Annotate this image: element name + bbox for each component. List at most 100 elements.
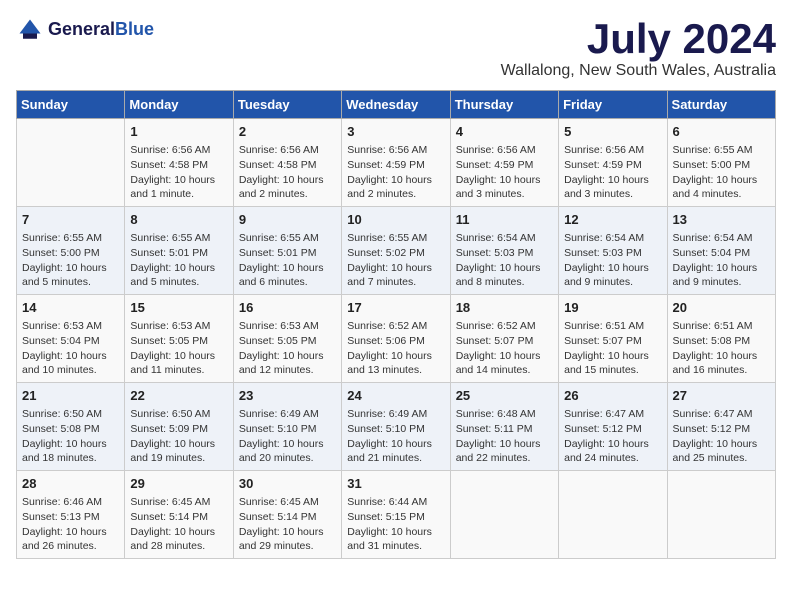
day-info: Sunset: 5:04 PM (22, 334, 119, 349)
day-number: 20 (673, 299, 770, 317)
calendar-cell: 28Sunrise: 6:46 AMSunset: 5:13 PMDayligh… (17, 470, 125, 558)
day-number: 13 (673, 211, 770, 229)
day-info: Sunset: 5:03 PM (456, 246, 553, 261)
day-info: Sunrise: 6:55 AM (347, 231, 444, 246)
day-info: Daylight: 10 hours (239, 261, 336, 276)
day-number: 26 (564, 387, 661, 405)
day-info: Daylight: 10 hours (564, 261, 661, 276)
day-info: and 5 minutes. (22, 275, 119, 290)
day-info: and 4 minutes. (673, 187, 770, 202)
day-info: Sunset: 5:00 PM (22, 246, 119, 261)
day-info: Sunrise: 6:55 AM (22, 231, 119, 246)
header-day-monday: Monday (125, 91, 233, 119)
day-info: Sunset: 5:05 PM (239, 334, 336, 349)
day-number: 22 (130, 387, 227, 405)
day-info: Sunset: 5:14 PM (130, 510, 227, 525)
day-info: Sunset: 5:02 PM (347, 246, 444, 261)
day-info: Sunrise: 6:53 AM (22, 319, 119, 334)
day-info: and 16 minutes. (673, 363, 770, 378)
calendar-cell: 20Sunrise: 6:51 AMSunset: 5:08 PMDayligh… (667, 295, 775, 383)
day-info: and 29 minutes. (239, 539, 336, 554)
day-number: 16 (239, 299, 336, 317)
calendar-cell: 9Sunrise: 6:55 AMSunset: 5:01 PMDaylight… (233, 207, 341, 295)
day-info: Daylight: 10 hours (130, 261, 227, 276)
calendar-cell: 18Sunrise: 6:52 AMSunset: 5:07 PMDayligh… (450, 295, 558, 383)
day-info: Sunset: 5:07 PM (564, 334, 661, 349)
day-info: Daylight: 10 hours (22, 349, 119, 364)
day-info: Sunrise: 6:56 AM (239, 143, 336, 158)
calendar-cell: 29Sunrise: 6:45 AMSunset: 5:14 PMDayligh… (125, 470, 233, 558)
day-info: and 8 minutes. (456, 275, 553, 290)
day-info: Daylight: 10 hours (22, 437, 119, 452)
day-info: Sunset: 5:11 PM (456, 422, 553, 437)
day-info: Daylight: 10 hours (564, 437, 661, 452)
calendar-cell (450, 470, 558, 558)
calendar-cell: 24Sunrise: 6:49 AMSunset: 5:10 PMDayligh… (342, 383, 450, 471)
day-info: and 25 minutes. (673, 451, 770, 466)
calendar-cell: 30Sunrise: 6:45 AMSunset: 5:14 PMDayligh… (233, 470, 341, 558)
day-info: and 10 minutes. (22, 363, 119, 378)
calendar-cell: 22Sunrise: 6:50 AMSunset: 5:09 PMDayligh… (125, 383, 233, 471)
day-number: 2 (239, 123, 336, 141)
day-info: Daylight: 10 hours (22, 525, 119, 540)
header-day-thursday: Thursday (450, 91, 558, 119)
day-info: Sunset: 5:06 PM (347, 334, 444, 349)
day-info: Sunset: 5:08 PM (673, 334, 770, 349)
logo-icon (16, 16, 44, 44)
day-info: Sunset: 5:00 PM (673, 158, 770, 173)
day-number: 27 (673, 387, 770, 405)
day-number: 18 (456, 299, 553, 317)
day-number: 14 (22, 299, 119, 317)
day-info: Sunrise: 6:55 AM (673, 143, 770, 158)
day-info: Daylight: 10 hours (130, 437, 227, 452)
day-info: Sunset: 5:13 PM (22, 510, 119, 525)
day-number: 15 (130, 299, 227, 317)
day-info: Sunrise: 6:47 AM (673, 407, 770, 422)
calendar-cell: 19Sunrise: 6:51 AMSunset: 5:07 PMDayligh… (559, 295, 667, 383)
day-info: Daylight: 10 hours (130, 525, 227, 540)
day-info: and 14 minutes. (456, 363, 553, 378)
header-day-saturday: Saturday (667, 91, 775, 119)
day-number: 5 (564, 123, 661, 141)
day-number: 29 (130, 475, 227, 493)
day-number: 21 (22, 387, 119, 405)
day-number: 8 (130, 211, 227, 229)
day-info: Daylight: 10 hours (456, 349, 553, 364)
day-info: Sunrise: 6:53 AM (239, 319, 336, 334)
day-info: Daylight: 10 hours (673, 261, 770, 276)
day-info: Sunrise: 6:55 AM (130, 231, 227, 246)
calendar-cell: 27Sunrise: 6:47 AMSunset: 5:12 PMDayligh… (667, 383, 775, 471)
calendar-cell: 31Sunrise: 6:44 AMSunset: 5:15 PMDayligh… (342, 470, 450, 558)
day-info: Sunrise: 6:52 AM (456, 319, 553, 334)
page-header: GeneralBlue July 2024 Wallalong, New Sou… (16, 16, 776, 80)
day-number: 10 (347, 211, 444, 229)
title-section: July 2024 Wallalong, New South Wales, Au… (501, 16, 776, 80)
day-info: Sunrise: 6:46 AM (22, 495, 119, 510)
day-info: and 13 minutes. (347, 363, 444, 378)
day-info: Sunset: 5:01 PM (130, 246, 227, 261)
day-info: Daylight: 10 hours (239, 349, 336, 364)
day-info: Sunrise: 6:56 AM (347, 143, 444, 158)
day-info: Daylight: 10 hours (239, 525, 336, 540)
calendar-cell: 16 Sunrise: 6:53 AMSunset: 5:05 PMDayligh… (233, 295, 341, 383)
day-info: and 5 minutes. (130, 275, 227, 290)
calendar-cell: 17Sunrise: 6:52 AMSunset: 5:06 PMDayligh… (342, 295, 450, 383)
calendar-cell: 2Sunrise: 6:56 AMSunset: 4:58 PMDaylight… (233, 119, 341, 207)
day-info: Daylight: 10 hours (347, 261, 444, 276)
header-day-friday: Friday (559, 91, 667, 119)
calendar-cell: 15Sunrise: 6:53 AMSunset: 5:05 PMDayligh… (125, 295, 233, 383)
calendar-week-2: 7Sunrise: 6:55 AMSunset: 5:00 PMDaylight… (17, 207, 776, 295)
day-info: Sunrise: 6:51 AM (673, 319, 770, 334)
day-info: Sunset: 4:59 PM (564, 158, 661, 173)
day-info: and 11 minutes. (130, 363, 227, 378)
calendar-cell: 13Sunrise: 6:54 AMSunset: 5:04 PMDayligh… (667, 207, 775, 295)
day-info: and 31 minutes. (347, 539, 444, 554)
day-info: and 3 minutes. (456, 187, 553, 202)
day-number: 1 (130, 123, 227, 141)
calendar-cell (559, 470, 667, 558)
calendar-table: SundayMondayTuesdayWednesdayThursdayFrid… (16, 90, 776, 559)
header-row: SundayMondayTuesdayWednesdayThursdayFrid… (17, 91, 776, 119)
day-info: and 19 minutes. (130, 451, 227, 466)
day-info: and 2 minutes. (347, 187, 444, 202)
day-info: Sunset: 5:08 PM (22, 422, 119, 437)
